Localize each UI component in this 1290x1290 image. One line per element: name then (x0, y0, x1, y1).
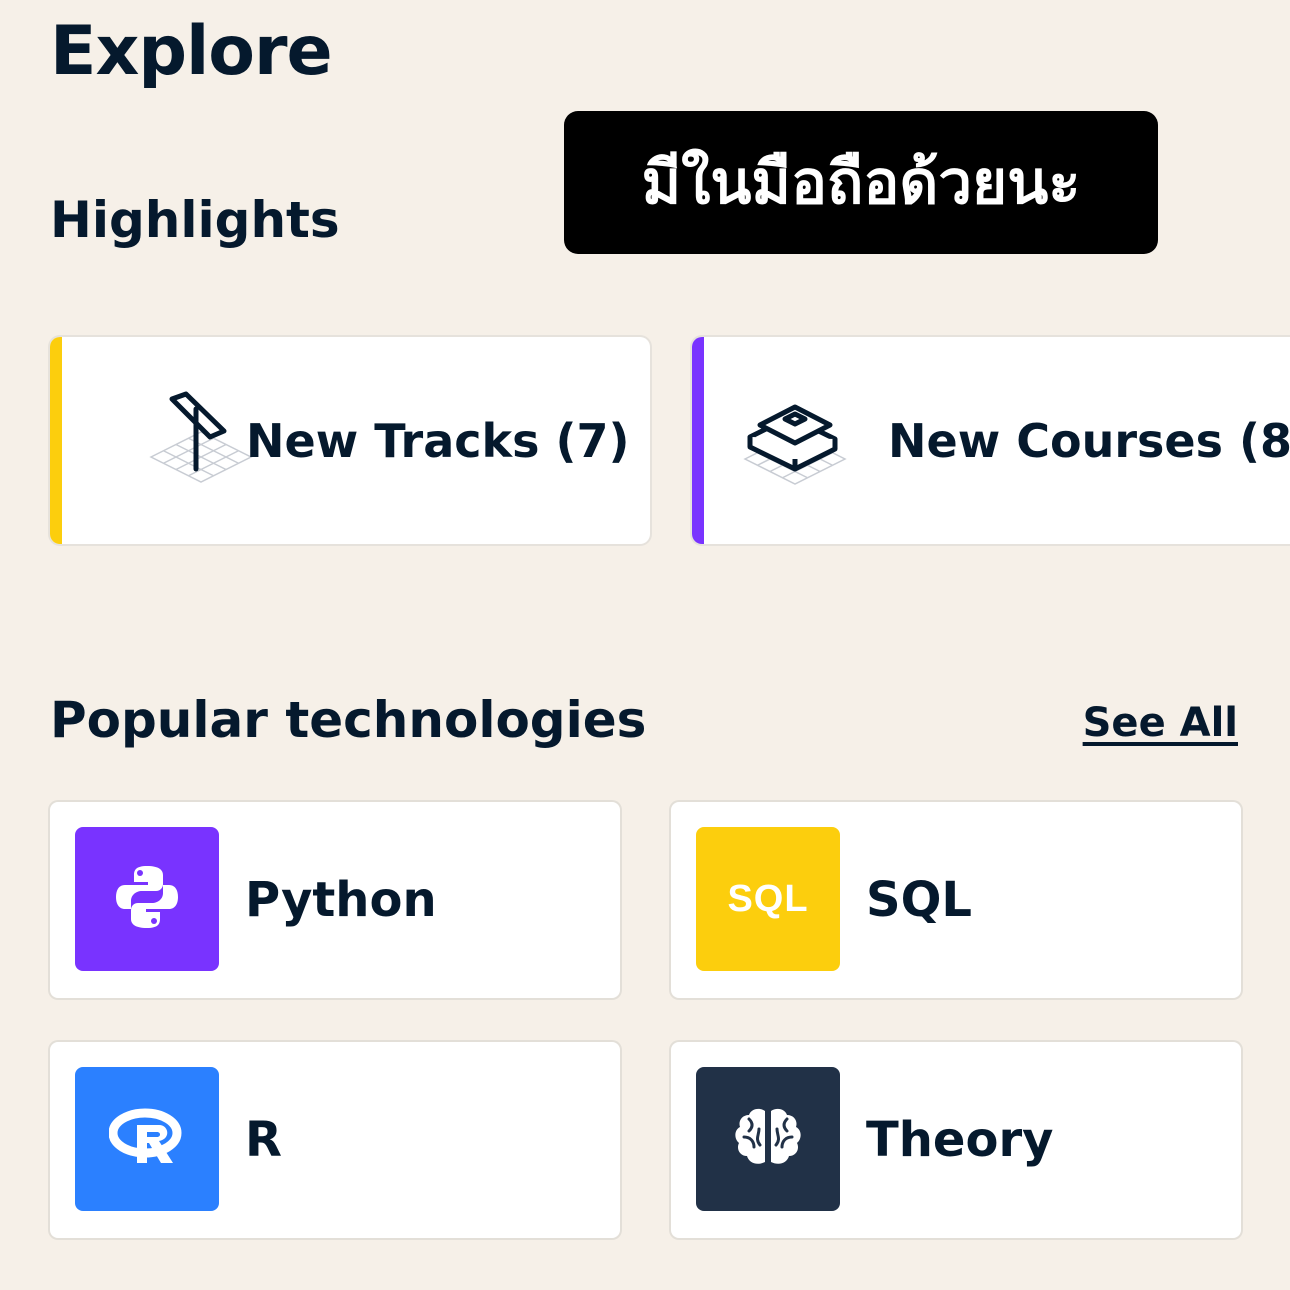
tech-name-r: R (245, 1112, 282, 1168)
tech-card-r[interactable]: R (50, 1042, 620, 1238)
r-logo-icon (108, 1107, 185, 1171)
highlights-heading: Highlights (50, 191, 340, 249)
tech-name-sql: SQL (866, 872, 972, 928)
see-all-link[interactable]: See All (1083, 698, 1238, 748)
python-tile (75, 827, 219, 971)
brain-icon (732, 1105, 804, 1173)
courses-accent-bar (692, 337, 704, 544)
signpost-icon (146, 389, 256, 489)
sql-tile: SQL (696, 827, 840, 971)
tech-name-python: Python (245, 872, 437, 928)
page-title: Explore (50, 12, 333, 91)
overlay-caption: มีในมือถือด้วยนะ (564, 111, 1158, 254)
sql-icon: SQL (727, 877, 809, 920)
tracks-accent-bar (50, 337, 62, 544)
book-stack-icon (740, 389, 850, 489)
tech-card-theory[interactable]: Theory (671, 1042, 1241, 1238)
new-tracks-label: New Tracks (7) (246, 413, 630, 468)
tech-name-theory: Theory (866, 1112, 1054, 1168)
theory-tile (696, 1067, 840, 1211)
tech-card-sql[interactable]: SQL SQL (671, 802, 1241, 998)
new-tracks-card[interactable]: New Tracks (7) (50, 337, 650, 544)
python-icon (114, 864, 180, 934)
new-courses-label: New Courses (8) (888, 413, 1290, 468)
tech-card-python[interactable]: Python (50, 802, 620, 998)
r-tile (75, 1067, 219, 1211)
new-courses-card[interactable]: New Courses (8) (692, 337, 1290, 544)
popular-technologies-heading: Popular technologies (50, 691, 647, 749)
